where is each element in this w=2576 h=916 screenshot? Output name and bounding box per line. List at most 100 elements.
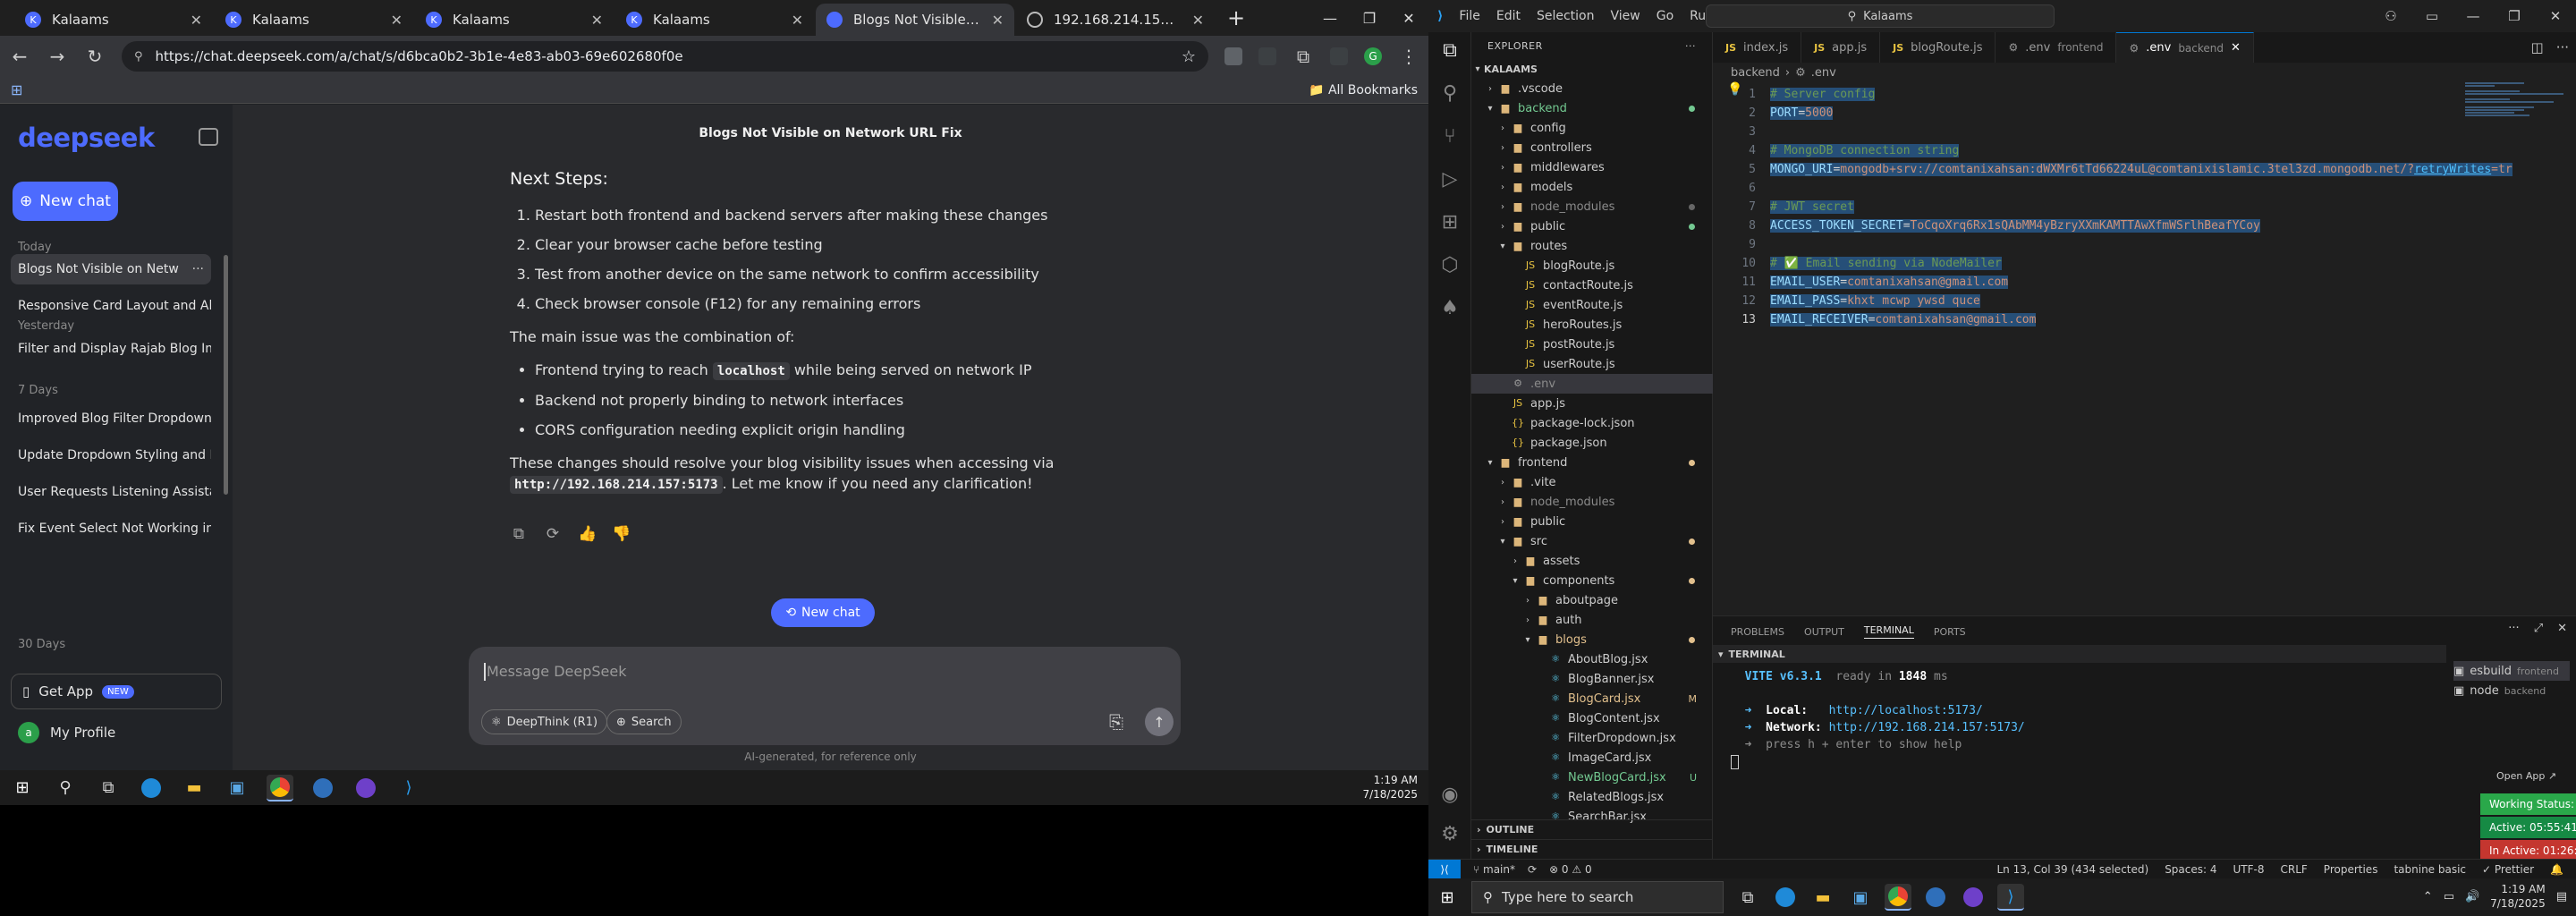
code-line[interactable]: # ✅ Email sending via NodeMailer <box>1770 255 2002 272</box>
app-icon[interactable] <box>1922 884 1949 911</box>
wakatime-status[interactable]: Working Status: Active <box>2480 793 2576 815</box>
close-icon[interactable]: ✕ <box>1192 12 1204 29</box>
store-icon[interactable]: ▣ <box>1847 884 1874 911</box>
search-icon[interactable]: ⚲ <box>52 775 79 802</box>
file-item[interactable]: JS contactRoute.js <box>1471 276 1713 295</box>
file-item[interactable]: ⚛ BlogCard.jsx M <box>1471 689 1713 708</box>
file-explorer-icon[interactable]: ▬ <box>181 775 208 802</box>
cursor-position[interactable]: Ln 13, Col 39 (434 selected) <box>1996 863 2148 876</box>
menu-item[interactable]: Selection <box>1537 9 1595 23</box>
file-item[interactable]: {} package-lock.json <box>1471 413 1713 433</box>
encoding[interactable]: UTF-8 <box>2233 863 2265 876</box>
deepthink-toggle[interactable]: ⚛ DeepThink (R1) <box>481 709 608 734</box>
message-input[interactable]: Message DeepSeek <box>487 663 626 680</box>
run-debug-icon[interactable]: ▷ <box>1437 168 1462 193</box>
close-icon[interactable]: ✕ <box>191 12 202 29</box>
chrome-taskbar-icon[interactable] <box>1885 884 1911 911</box>
close-icon[interactable]: ✕ <box>591 12 603 29</box>
folder-item[interactable]: › ▆ node_modules <box>1471 492 1713 512</box>
sync-icon[interactable]: ⟳ <box>1528 863 1537 876</box>
explorer-icon[interactable]: ⧉ <box>1437 39 1462 64</box>
panel-tab[interactable]: OUTPUT <box>1804 626 1844 638</box>
breadcrumb-item[interactable]: backend <box>1731 66 1780 80</box>
extensions-puzzle-icon[interactable]: ⧉ <box>1292 46 1314 67</box>
folder-item[interactable]: › ▆ .vscode <box>1471 79 1713 98</box>
chrome-menu-icon[interactable]: ⋮ <box>1398 46 1419 67</box>
close-icon[interactable]: ✕ <box>2535 0 2576 32</box>
more-actions-icon[interactable]: ··· <box>2508 622 2519 635</box>
site-info-icon[interactable]: ⚲ <box>134 50 143 64</box>
apps-grid-icon[interactable]: ⊞ <box>11 81 22 98</box>
chrome-tab[interactable]: K Kalaams ✕ <box>615 4 814 36</box>
menu-item[interactable]: File <box>1459 9 1479 23</box>
store-icon[interactable]: ▣ <box>224 775 250 802</box>
history-item[interactable]: User Requests Listening Assista <box>11 477 211 507</box>
clock[interactable]: 1:19 AM 7/18/2025 <box>1362 773 1418 802</box>
sidebar-scrollbar[interactable] <box>224 255 228 495</box>
folder-item[interactable]: ▾ ▆ backend <box>1471 98 1713 118</box>
open-app-link[interactable]: Open App ↗ <box>2496 770 2556 782</box>
folder-item[interactable]: ▾ ▆ frontend <box>1471 453 1713 472</box>
folder-item[interactable]: › ▆ assets <box>1471 551 1713 571</box>
terminal-section-header[interactable]: ▾ TERMINAL <box>1713 645 2446 663</box>
layout-icon[interactable]: ▭ <box>2411 0 2453 32</box>
file-item[interactable]: JS userRoute.js <box>1471 354 1713 374</box>
breadcrumb-item[interactable]: .env <box>1811 66 1836 80</box>
minimize-icon[interactable]: — <box>2453 0 2494 32</box>
workspace-folder[interactable]: ▾ KALAAMS <box>1471 59 1713 79</box>
menu-item[interactable]: Go <box>1657 9 1674 23</box>
search-icon[interactable]: ⚲ <box>1437 82 1462 107</box>
back-icon[interactable]: ← <box>9 46 30 67</box>
folder-item[interactable]: › ▆ middlewares <box>1471 157 1713 177</box>
close-icon[interactable]: ✕ <box>792 12 803 29</box>
new-tab-button[interactable]: + <box>1227 5 1245 30</box>
windows-start-icon[interactable]: ⊞ <box>9 775 36 802</box>
history-item[interactable]: Blogs Not Visible on Netw ··· <box>11 254 211 284</box>
folder-item[interactable]: ▾ ▆ src <box>1471 531 1713 551</box>
history-item[interactable]: Fix Event Select Not Working in <box>11 513 211 544</box>
file-item[interactable]: JS app.js <box>1471 394 1713 413</box>
git-branch[interactable]: ⑂ main* <box>1473 863 1515 876</box>
network-icon[interactable]: ▭ <box>2444 890 2454 903</box>
outline-section[interactable]: › OUTLINE <box>1471 819 1713 839</box>
close-icon[interactable]: ✕ <box>992 12 1004 29</box>
terminal-instance[interactable]: ▣ node backend <box>2453 681 2570 700</box>
close-icon[interactable]: ✕ <box>1389 0 1428 36</box>
code-editor[interactable]: 💡 1 # Server config 2 PORT=5000 3 4 # MongoDB … <box>1713 82 2576 615</box>
terminal-output[interactable]: VITE v6.3.1 ready in 1848 ms ➜ Local: ht… <box>1731 668 2428 769</box>
network-url[interactable]: http://192.168.214.157:5173/ <box>1829 721 2025 734</box>
chrome-tab[interactable]: K Kalaams ✕ <box>14 4 213 36</box>
command-center[interactable]: ⚲ Kalaams <box>1706 4 2055 28</box>
clock[interactable]: 1:19 AM 7/18/2025 <box>2490 882 2546 911</box>
file-item[interactable]: JS postRoute.js <box>1471 335 1713 354</box>
mongodb-icon[interactable]: ♠ <box>1437 297 1462 322</box>
code-line[interactable]: ACCESS_TOKEN_SECRET=ToCqoXrq6Rx1sQAbMM4y… <box>1770 217 2260 234</box>
split-editor-icon[interactable]: ◫ <box>2531 39 2544 55</box>
menu-item[interactable]: Edit <box>1496 9 1521 23</box>
restore-icon[interactable]: ❐ <box>1350 0 1389 36</box>
file-item[interactable]: ⚙ .env <box>1471 374 1713 394</box>
copy-icon[interactable]: ⧉ <box>510 525 528 543</box>
file-item[interactable]: ⚛ BlogContent.jsx <box>1471 708 1713 728</box>
deepseek-logo[interactable]: deepseek <box>18 123 155 153</box>
file-item[interactable]: {} package.json <box>1471 433 1713 453</box>
new-chat-pill-button[interactable]: ⟲ New chat <box>771 598 875 627</box>
terminal-instance[interactable]: ▣ esbuild frontend <box>2453 661 2570 681</box>
file-item[interactable]: ⚛ FilterDropdown.jsx <box>1471 728 1713 748</box>
more-actions-icon[interactable]: ··· <box>1685 40 1696 52</box>
taskbar-search[interactable]: ⚲ Type here to search <box>1471 881 1724 913</box>
extension-icon-2[interactable] <box>1258 47 1276 65</box>
editor-tab[interactable]: JS blogRoute.js <box>1880 32 1996 63</box>
editor-tab[interactable]: JS index.js <box>1713 32 1802 63</box>
minimize-icon[interactable]: — <box>1310 0 1350 36</box>
forward-icon[interactable]: → <box>47 46 68 67</box>
history-item[interactable]: Improved Blog Filter Dropdown <box>11 403 211 434</box>
tabnine-status[interactable]: tabnine basic <box>2394 863 2466 876</box>
code-line[interactable]: EMAIL_PASS=khxt mcwp ywsd quce <box>1770 293 1980 310</box>
copilot-icon[interactable]: ⚇ <box>2370 0 2411 32</box>
editor-tab[interactable]: ⚙ .env frontend <box>1996 32 2117 63</box>
restore-icon[interactable]: ❐ <box>2494 0 2535 32</box>
notifications-bell-icon[interactable]: 🔔 <box>2550 863 2563 876</box>
code-line[interactable]: PORT=5000 <box>1770 105 1834 122</box>
address-url[interactable]: https://chat.deepseek.com/a/chat/s/d6bca… <box>156 48 1169 64</box>
